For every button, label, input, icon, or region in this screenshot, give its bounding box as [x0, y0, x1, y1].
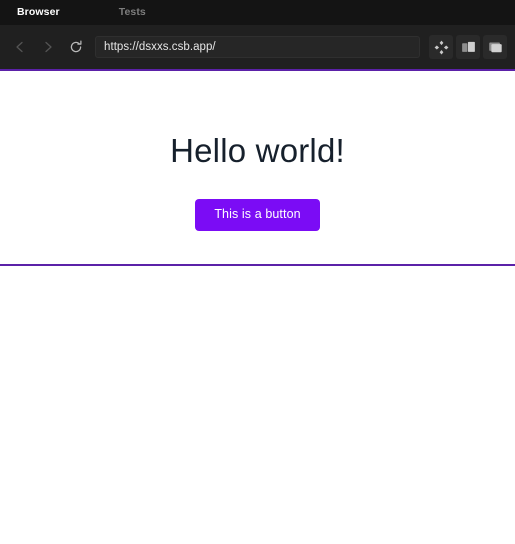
forward-button[interactable] — [34, 33, 62, 61]
browser-preview-window: Browser Tests https://dsxxs.csb.app/ Hel… — [0, 0, 515, 544]
chevron-right-icon — [41, 40, 55, 54]
browser-toolbar — [0, 25, 515, 69]
new-window-button[interactable] — [483, 35, 507, 59]
reload-button[interactable] — [62, 33, 90, 61]
new-window-icon — [488, 40, 503, 55]
tab-browser[interactable]: Browser — [17, 0, 60, 25]
url-bar[interactable] — [95, 36, 420, 58]
tab-tests[interactable]: Tests — [119, 0, 146, 25]
demo-button[interactable]: This is a button — [195, 199, 320, 231]
page-viewport: Hello world! This is a button — [0, 71, 515, 544]
split-panels-icon — [461, 40, 476, 55]
url-input[interactable] — [104, 41, 411, 53]
page-content: Hello world! This is a button — [0, 71, 515, 231]
chevron-left-icon — [13, 40, 27, 54]
tab-strip: Browser Tests — [0, 0, 515, 25]
accent-rule-bottom — [0, 264, 515, 266]
back-button[interactable] — [6, 33, 34, 61]
responsive-layout-icon — [434, 40, 449, 55]
page-title: Hello world! — [170, 132, 345, 169]
split-panels-button[interactable] — [456, 35, 480, 59]
responsive-layout-button[interactable] — [429, 35, 453, 59]
reload-icon — [69, 40, 83, 54]
